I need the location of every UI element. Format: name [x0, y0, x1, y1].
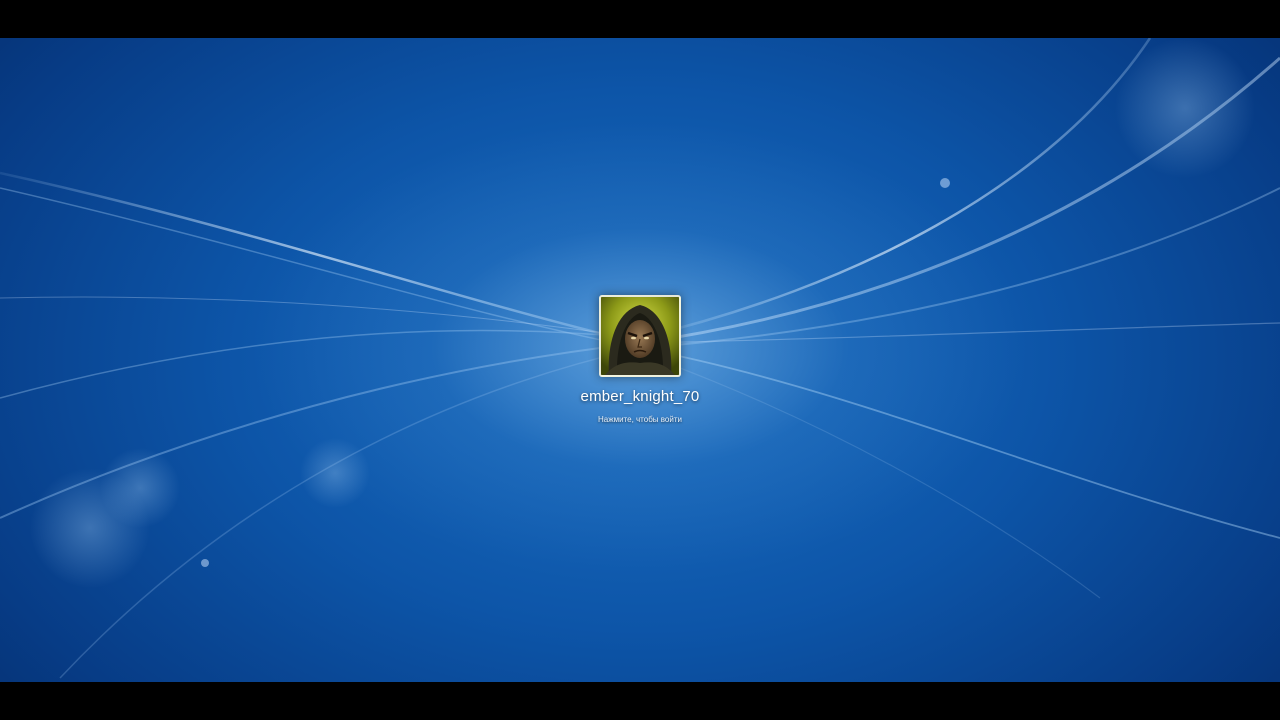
letterbox-bottom [0, 682, 1280, 720]
user-avatar-tile[interactable] [599, 295, 681, 377]
hooded-warrior-avatar-icon [601, 297, 679, 375]
username-label[interactable]: ember_knight_70 [440, 388, 840, 405]
click-to-sign-in-hint[interactable]: Нажмите, чтобы войти [440, 415, 840, 424]
letterbox-top [0, 0, 1280, 38]
lock-screen: ember_knight_70 Нажмите, чтобы войти [0, 38, 1280, 682]
